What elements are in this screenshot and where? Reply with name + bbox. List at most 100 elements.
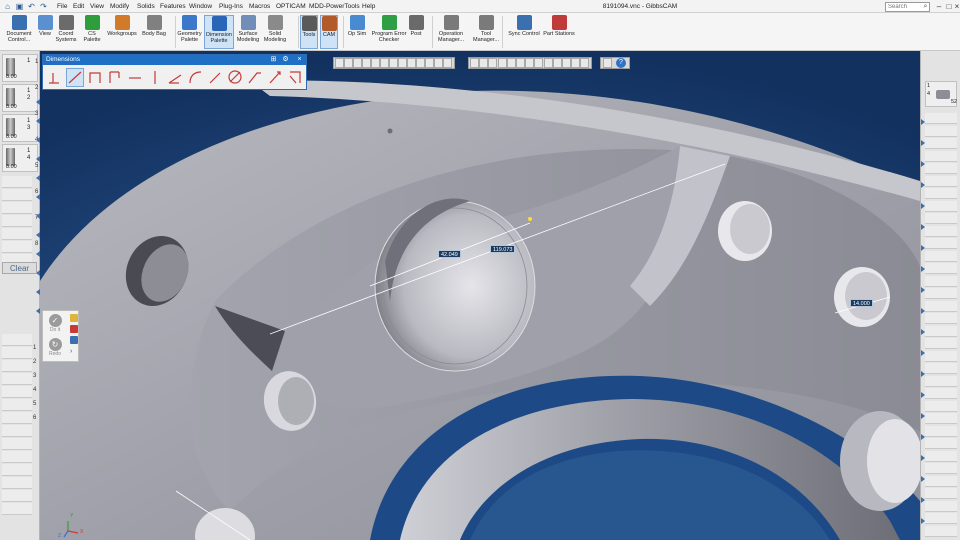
station-slot[interactable] [925, 263, 957, 274]
circle-icon[interactable] [525, 58, 535, 68]
settings-icon[interactable]: ⚙ [281, 55, 290, 65]
point-icon[interactable] [506, 58, 516, 68]
station-slot[interactable] [925, 163, 957, 174]
redo-button[interactable]: ↻ Redo [45, 338, 65, 357]
measure-icon[interactable] [552, 58, 562, 68]
menu-opticam[interactable]: OPTICAM [276, 2, 306, 12]
snap-icon[interactable] [497, 58, 507, 68]
chamfer-dimension-icon[interactable] [286, 68, 304, 87]
station-slot[interactable] [925, 138, 957, 149]
empty-tool-slot[interactable] [2, 215, 32, 227]
station-slot[interactable] [925, 175, 957, 187]
empty-op-slot[interactable] [2, 373, 32, 385]
cs-palette-button[interactable]: CS Palette [79, 15, 105, 49]
part-model[interactable] [40, 51, 920, 540]
menu-view[interactable]: View [90, 2, 104, 12]
station-slot[interactable] [925, 213, 957, 224]
surface-modeling-button[interactable]: Surface Modeling [235, 15, 261, 49]
workgroups-button[interactable]: Workgroups [106, 15, 138, 49]
empty-tool-slot[interactable] [2, 176, 32, 188]
menu-window[interactable]: Window [189, 2, 212, 12]
station-slot[interactable] [925, 300, 957, 312]
empty-op-slot[interactable] [2, 334, 32, 346]
station-slot[interactable] [925, 488, 957, 499]
op-sim-button[interactable]: Op Sim [347, 15, 367, 49]
hidden-line-icon[interactable] [389, 58, 398, 68]
station-slot[interactable] [925, 250, 957, 262]
empty-tool-slot[interactable] [2, 228, 32, 240]
hide-icon[interactable] [571, 58, 581, 68]
empty-op-slot[interactable] [2, 425, 32, 437]
post-button[interactable]: Post [407, 15, 425, 49]
station-slot[interactable] [925, 125, 957, 137]
empty-tool-slot[interactable] [2, 202, 32, 214]
redo-icon[interactable]: ↷ [38, 1, 49, 12]
minimize-icon[interactable]: – [934, 1, 944, 12]
search-icon[interactable]: ⌕ [921, 2, 930, 12]
delete-icon[interactable] [70, 325, 78, 333]
station-slot[interactable] [925, 325, 957, 337]
list-icon[interactable] [70, 336, 78, 344]
wireframe-icon[interactable] [371, 58, 380, 68]
cam-button[interactable]: CAM [320, 15, 338, 49]
close-icon[interactable]: × [952, 1, 960, 12]
menu-modify[interactable]: Modify [110, 2, 129, 12]
diameter-dimension-icon[interactable] [226, 68, 244, 87]
select-icon[interactable] [470, 58, 479, 68]
empty-tool-slot[interactable] [2, 241, 32, 253]
body-bag-button[interactable]: Body Bag [140, 15, 168, 49]
shaded-icon[interactable] [380, 58, 389, 68]
empty-op-slot[interactable] [2, 451, 32, 463]
chevron-right-icon[interactable]: › [70, 348, 78, 356]
3d-viewport[interactable]: 42.049 119.073 14.000 Y X Z [40, 51, 920, 540]
ordinate-y-icon[interactable] [146, 68, 164, 87]
check-button[interactable]: Program Error Checker [371, 15, 407, 49]
station-slot[interactable] [925, 400, 957, 412]
station-slot[interactable] [925, 375, 957, 387]
document-control-button[interactable]: Document Control... [3, 15, 35, 49]
view-button[interactable]: View [37, 15, 53, 49]
arc-dimension-icon[interactable] [186, 68, 204, 87]
empty-op-slot[interactable] [2, 464, 32, 476]
tool-manager-button[interactable]: Tool Manager... [470, 15, 502, 49]
save-icon[interactable]: ▣ [14, 1, 25, 12]
menu-plugins[interactable]: Plug-Ins [219, 2, 243, 12]
undo-icon[interactable]: ↶ [26, 1, 37, 12]
coord-systems-button[interactable]: Coord Systems [55, 15, 77, 49]
edit-icon[interactable] [479, 58, 489, 68]
station-slot[interactable] [925, 225, 957, 237]
menu-macros[interactable]: Macros [249, 2, 270, 12]
line-icon[interactable] [516, 58, 525, 68]
point-dimension-icon[interactable] [46, 68, 64, 87]
attribute-icon[interactable] [562, 58, 571, 68]
angle-dimension-icon[interactable] [166, 68, 184, 87]
dimension-label[interactable]: 42.049 [438, 250, 461, 258]
fit-icon[interactable] [362, 58, 371, 68]
menu-file[interactable]: File [57, 2, 67, 12]
close-icon[interactable]: × [295, 55, 304, 65]
tool-slot[interactable]: 1 2 8.00 [2, 84, 38, 112]
station-slot[interactable] [925, 188, 957, 199]
empty-op-slot[interactable] [2, 399, 32, 411]
station-slot[interactable] [925, 513, 957, 524]
empty-tool-slot[interactable] [2, 189, 32, 201]
show-icon[interactable] [580, 58, 590, 68]
menu-edit[interactable]: Edit [73, 2, 84, 12]
grid-icon[interactable] [407, 58, 416, 68]
section-icon[interactable] [398, 58, 407, 68]
layer-icon[interactable] [534, 58, 544, 68]
station-slot[interactable] [925, 338, 957, 349]
station-slot[interactable] [925, 113, 957, 124]
station-slot[interactable] [925, 475, 957, 487]
leader-icon[interactable] [246, 68, 264, 87]
app-menu-icon[interactable]: ⌂ [2, 1, 13, 12]
empty-op-slot[interactable] [2, 503, 32, 515]
station-slot[interactable] [925, 150, 957, 162]
zoom-icon[interactable] [335, 58, 344, 68]
axes-icon[interactable] [416, 58, 425, 68]
pan-icon[interactable] [344, 58, 353, 68]
vertical-dimension-icon[interactable] [106, 68, 124, 87]
rotate-icon[interactable] [353, 58, 362, 68]
menu-mdd-powertools[interactable]: MDD-PowerTools [309, 2, 360, 12]
sync-control-button[interactable]: Sync Control [507, 15, 541, 49]
